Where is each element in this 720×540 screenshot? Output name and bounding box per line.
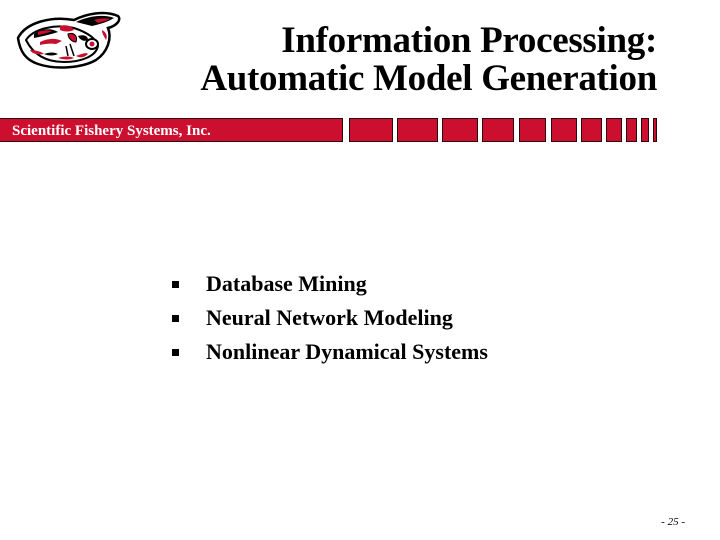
banner-segment — [397, 118, 438, 142]
slide-title: Information Processing: Automatic Model … — [137, 22, 657, 98]
bullet-item: Database Mining — [170, 270, 488, 304]
banner-segment — [581, 118, 602, 142]
banner-segment — [519, 118, 546, 142]
banner-segment — [442, 118, 478, 142]
banner-segment — [349, 118, 393, 142]
banner-segment — [551, 118, 577, 142]
company-banner: Scientific Fishery Systems, Inc. — [0, 118, 343, 142]
bullet-item: Neural Network Modeling — [170, 304, 488, 338]
banner-segment — [482, 118, 514, 142]
title-line-2: Automatic Model Generation — [200, 58, 657, 99]
title-line-1: Information Processing: — [281, 20, 657, 61]
banner-segment — [641, 118, 649, 142]
banner-segment — [606, 118, 622, 142]
banner-segment — [653, 118, 657, 142]
bullet-list: Database Mining Neural Network Modeling … — [170, 270, 488, 372]
company-logo — [12, 8, 124, 72]
bullet-item: Nonlinear Dynamical Systems — [170, 338, 488, 372]
bullet-text: Neural Network Modeling — [206, 305, 453, 330]
square-bullet-icon — [172, 281, 179, 289]
bullet-text: Database Mining — [206, 271, 367, 296]
square-bullet-icon — [172, 349, 179, 357]
bullet-text: Nonlinear Dynamical Systems — [206, 339, 488, 364]
square-bullet-icon — [172, 315, 179, 323]
page-number: - 25 - — [661, 516, 685, 528]
company-name: Scientific Fishery Systems, Inc. — [12, 123, 211, 139]
salmon-logo-icon — [16, 11, 121, 69]
banner-segment — [626, 118, 637, 142]
